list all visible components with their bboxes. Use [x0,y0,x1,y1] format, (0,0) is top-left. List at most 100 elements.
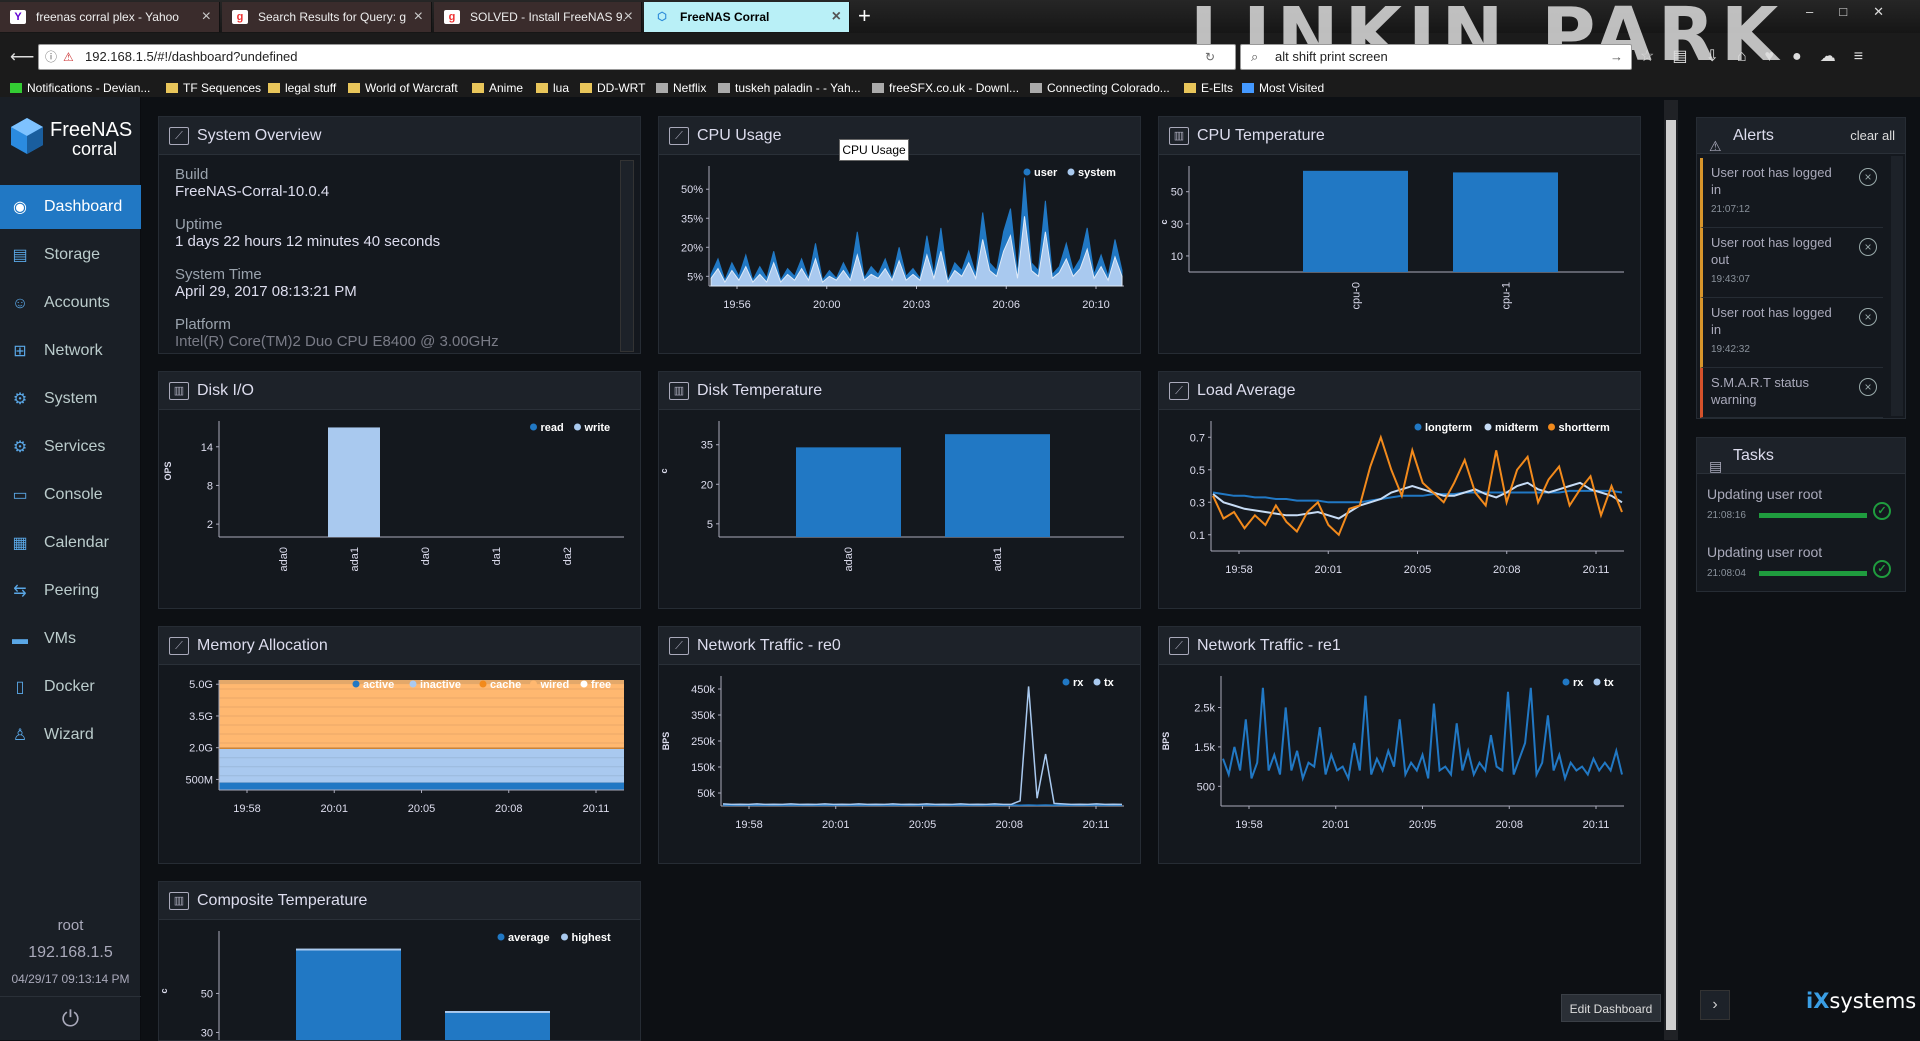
y-tick-label: 250k [691,736,715,748]
browser-tab[interactable]: Y freenas corral plex - Yahoo × [0,2,220,32]
close-icon[interactable]: × [624,2,633,32]
chevron-right-icon[interactable]: › [1700,990,1730,1020]
sidebar-item-label: Storage [44,246,100,263]
load-average-chart: 0.10.30.50.719:5820:0120:0520:0820:11sho… [1159,411,1640,608]
legend-label: free [591,679,611,691]
dismiss-icon[interactable]: × [1859,168,1877,186]
widget-network-re1[interactable]: ⟋Network Traffic - re1 5001.5k2.5k19:582… [1158,626,1641,864]
reload-icon[interactable]: ↻ [1205,45,1215,69]
close-icon[interactable]: × [832,2,841,32]
browser-tab[interactable]: g Search Results for Query: g × [222,2,432,32]
sidebar-item-label: Network [44,342,103,359]
dismiss-icon[interactable]: × [1859,238,1877,256]
sidebar-item-calendar[interactable]: ▦Calendar [0,521,141,565]
bookmark[interactable]: Anime [472,78,523,98]
y-axis-label: c [1159,219,1169,224]
widget-load-average[interactable]: ⟋Load Average 0.10.30.50.719:5820:0120:0… [1158,371,1641,609]
sidebar-item-wizard[interactable]: ♙Wizard [0,713,141,757]
sidebar-item-console[interactable]: ▭Console [0,473,141,517]
dismiss-icon[interactable]: × [1859,378,1877,396]
tab-label: freenas corral plex - Yahoo [36,10,179,24]
widget-title: CPU Usage [697,127,781,144]
alert-item[interactable]: User root has logged in21:07:12× [1700,158,1883,228]
bookmark[interactable]: lua [536,78,569,98]
toolbar-icons[interactable]: ☆▤⇩⌂♥●☁≡ [1640,40,1881,74]
scrollbar-thumb[interactable] [1666,120,1676,1030]
tooltip: CPU Usage [839,139,909,161]
bookmark[interactable]: TF Sequences [166,78,261,98]
sidebar-item-services[interactable]: ⚙Services [0,425,141,469]
browser-tab[interactable]: g SOLVED - Install FreeNAS 9. × [434,2,642,32]
bar-average [296,951,401,1040]
widget-disk-io[interactable]: ▥Disk I/O 2814OPSada0ada1da0da1da2writer… [158,371,641,609]
x-tick-label: da0 [420,547,432,565]
legend-label: wired [540,679,570,691]
edit-dashboard-button[interactable]: Edit Dashboard [1561,994,1661,1022]
x-tick-label: ada1 [992,547,1004,571]
tab-label: Search Results for Query: g [258,10,406,24]
sidebar-item-system[interactable]: ⚙System [0,377,141,421]
dismiss-icon[interactable]: × [1859,308,1877,326]
url-bar[interactable]: ⓘ ⚠ 192.168.1.5/#!/dashboard?undefined ↻ [38,44,1236,70]
page-scrollbar[interactable] [1664,100,1678,1040]
y-tick-label: 35% [681,213,703,225]
composite-temp-chart: 3050chighestaverage [159,921,640,1040]
sidebar-item-storage[interactable]: ▤Storage [0,233,141,277]
sidebar-item-vms[interactable]: ▬VMs [0,617,141,661]
sidebar-item-peering[interactable]: ⇆Peering [0,569,141,613]
bookmark[interactable]: tuskeh paladin - - Yah... [718,78,861,98]
info-icon[interactable]: ⓘ [45,45,57,69]
window-controls[interactable]: –□✕ [1806,4,1910,20]
clear-all-button[interactable]: clear all [1850,118,1895,154]
browser-tab-active[interactable]: ⬡ FreeNAS Corral × [644,2,850,32]
area-series-active [219,783,624,790]
freenas-logo[interactable]: FreeNAS corral [10,115,135,160]
bookmark[interactable]: World of Warcraft [348,78,458,98]
y-tick-label: 0.5 [1190,465,1205,477]
bookmark[interactable]: Connecting Colorado... [1030,78,1170,98]
task-item[interactable]: Updating user root21:08:04✓ [1707,544,1897,602]
go-icon[interactable]: → [1610,45,1623,69]
new-tab-button[interactable]: + [858,2,871,30]
back-icon[interactable]: ⟵ [10,40,34,74]
bookmark[interactable]: Netflix [656,78,706,98]
sidebar-item-dashboard[interactable]: ◉Dashboard [0,185,141,229]
bookmark[interactable]: legal stuff [268,78,336,98]
sidebar-item-accounts[interactable]: ☺Accounts [0,281,141,325]
widget-cpu-temperature[interactable]: ▥CPU Temperature 103050ccpu-0cpu-1 [1158,116,1641,354]
close-icon[interactable]: × [414,2,423,32]
bookmark[interactable]: DD-WRT [580,78,645,98]
legend-marker [1094,679,1101,686]
line-series-midterm [1213,483,1622,519]
bookmark[interactable]: E-Elts [1184,78,1233,98]
close-icon[interactable]: × [202,2,211,32]
alerts-scrollbar[interactable] [1891,156,1903,416]
task-item[interactable]: Updating user root21:08:16✓ [1707,486,1897,544]
alert-item[interactable]: User root has logged out19:43:07× [1700,228,1883,298]
widget-composite-temperature[interactable]: ▥Composite Temperature 3050chighestavera… [158,881,641,1041]
bookmark[interactable]: freeSFX.co.uk - Downl... [872,78,1019,98]
search-input[interactable]: ⌕ alt shift print screen → [1240,44,1632,70]
widget-system-overview[interactable]: ⟋System Overview BuildFreeNAS-Corral-10.… [158,116,641,354]
y-tick-label: 14 [201,442,213,454]
scrollbar[interactable] [620,160,634,352]
alert-item[interactable]: User root has logged in19:42:32× [1700,298,1883,368]
power-icon[interactable]: ⏻ [0,996,141,1040]
sidebar-item-docker[interactable]: ▯Docker [0,665,141,709]
widget-header: ▥Composite Temperature [159,882,640,920]
check-icon: ✓ [1873,502,1891,520]
line-series-shortterm [1213,437,1622,535]
bookmark[interactable]: Most Visited [1242,78,1324,98]
widget-memory-allocation[interactable]: ⟋Memory Allocation 500M2.0G3.5G5.0G19:58… [158,626,641,864]
widget-disk-temperature[interactable]: ▥Disk Temperature 52035cada0ada1 [658,371,1141,609]
tab-label: SOLVED - Install FreeNAS 9. [470,10,626,24]
widget-network-re0[interactable]: ⟋Network Traffic - re0 50k150k250k350k45… [658,626,1141,864]
y-axis-label: OPS [163,461,173,480]
chart-line-icon: ⟋ [669,127,689,145]
alert-item[interactable]: S.M.A.R.T status warning× [1700,368,1883,418]
github-icon: g [232,10,248,24]
cpu-temp-chart: 103050ccpu-0cpu-1 [1159,156,1640,353]
sidebar-item-network[interactable]: ⊞Network [0,329,141,373]
bookmark[interactable]: Notifications - Devian... [10,78,150,98]
clipboard-icon: ▤ [1709,448,1722,484]
